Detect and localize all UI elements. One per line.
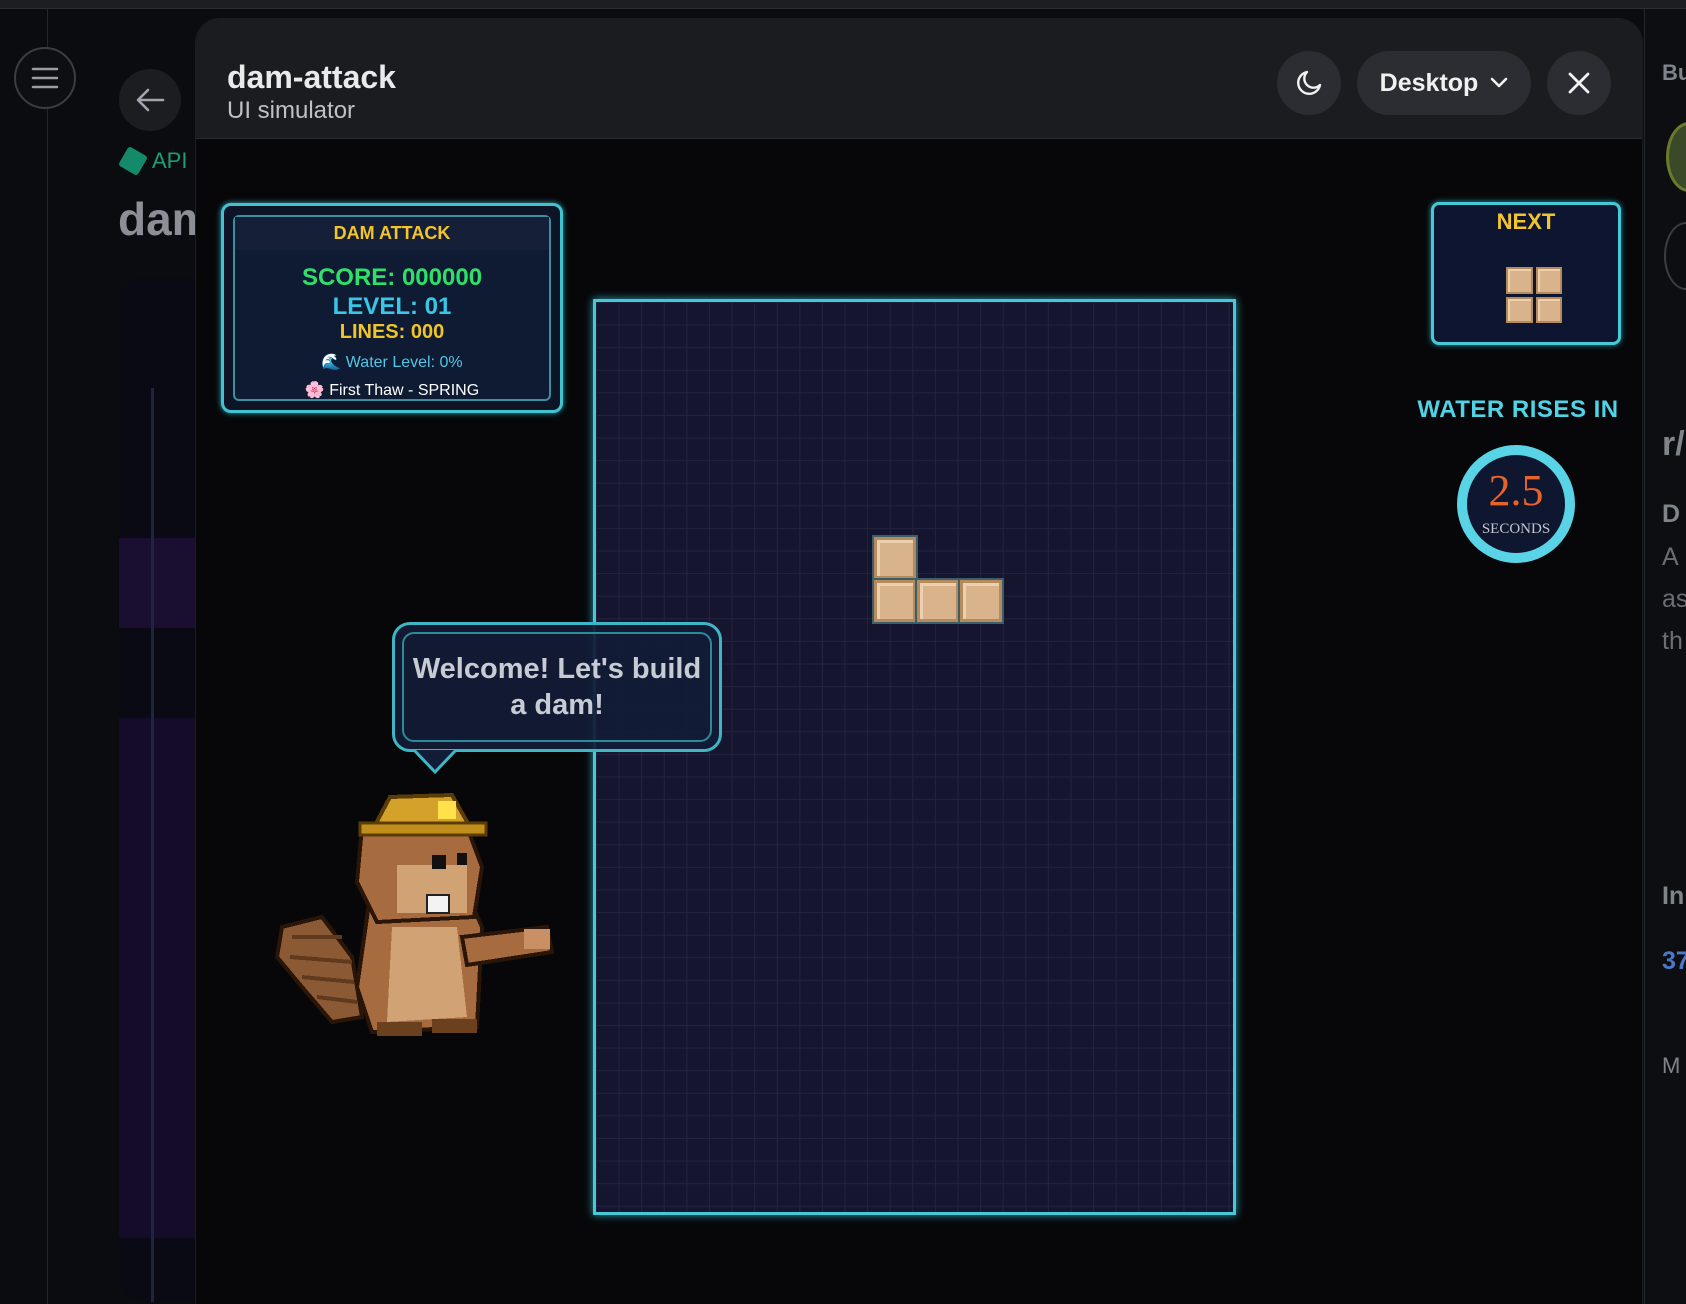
modal-title: dam-attack [227, 59, 396, 95]
timer-value: 2.5 [1488, 466, 1544, 515]
right-fragment: D [1662, 500, 1681, 528]
game-viewport[interactable]: DAM ATTACK SCORE: 000000 LEVEL: 01 LINES… [196, 139, 1642, 1304]
api-badge: API [117, 145, 188, 177]
falling-block [874, 537, 916, 579]
right-panel [1644, 9, 1686, 1304]
background-preview [119, 278, 199, 1302]
lines-display: LINES: 000 [339, 321, 445, 343]
cube-icon [117, 145, 149, 177]
season-display: 🌸 First Thaw - SPRING [304, 382, 480, 399]
hamburger-icon [31, 67, 59, 89]
level-display: LEVEL: 01 [332, 293, 452, 320]
game-title: DAM ATTACK [235, 217, 549, 250]
score-display: SCORE: 000000 [301, 264, 483, 291]
stats-panel: DAM ATTACK SCORE: 000000 LEVEL: 01 LINES… [221, 203, 563, 413]
speech-bubble: Welcome! Let's build a dam! [392, 622, 722, 752]
right-fragment: M [1662, 1053, 1681, 1078]
beaver-mascot-icon [274, 792, 555, 1036]
falling-block [917, 580, 959, 622]
chevron-down-icon [1491, 77, 1508, 88]
right-fragment: In [1662, 882, 1685, 910]
next-piece-panel: NEXT [1431, 202, 1621, 345]
back-button[interactable] [119, 69, 181, 131]
theme-toggle-button[interactable] [1277, 51, 1341, 115]
falling-block [960, 580, 1002, 622]
water-timer: 2.5 SECONDS [1457, 445, 1575, 563]
right-fragment: r/ [1662, 425, 1685, 463]
modal-subtitle: UI simulator [227, 97, 356, 124]
next-piece-preview [1506, 267, 1562, 323]
top-bar [0, 0, 1686, 9]
close-button[interactable] [1547, 51, 1611, 115]
modal-header: dam-attack UI simulator Desktop [196, 19, 1642, 139]
timer-unit: SECONDS [1481, 521, 1551, 537]
right-fragment: as [1662, 585, 1686, 613]
device-select[interactable]: Desktop [1357, 51, 1531, 115]
arrow-left-icon [136, 88, 165, 112]
speech-bubble-tail [412, 748, 458, 774]
left-rail [0, 9, 48, 1304]
close-icon [1568, 72, 1590, 94]
falling-block [874, 580, 916, 622]
right-fragment: th [1662, 627, 1683, 655]
water-level-display: 🌊 Water Level: 0% [321, 354, 463, 371]
api-label: API [152, 148, 188, 173]
right-fragment: 37 [1662, 947, 1686, 975]
speech-text: Welcome! Let's build a dam! [402, 632, 712, 742]
water-rises-label: WATER RISES IN [1417, 396, 1619, 423]
ui-simulator-modal: dam-attack UI simulator Desktop DAM ATTA… [196, 19, 1642, 1304]
device-select-label: Desktop [1379, 68, 1479, 97]
right-fragment: Bu [1662, 60, 1686, 85]
right-fragment: A [1662, 543, 1679, 571]
menu-button[interactable] [14, 47, 76, 109]
moon-icon [1297, 70, 1322, 95]
next-label: NEXT [1496, 209, 1556, 234]
game-board[interactable] [593, 299, 1236, 1215]
